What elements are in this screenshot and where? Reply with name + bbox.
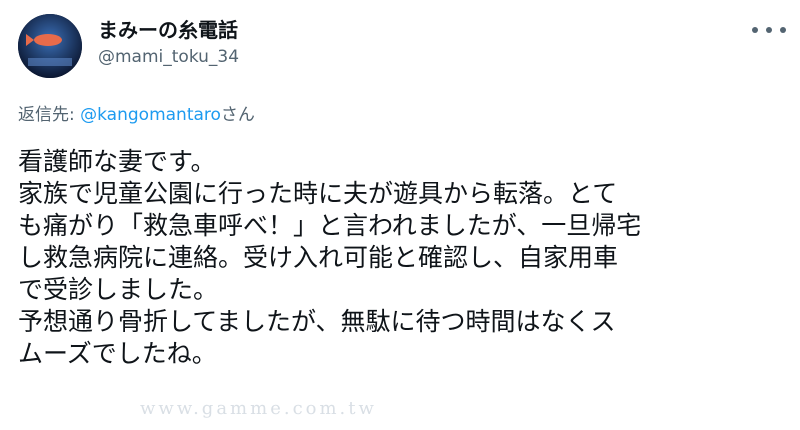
more-dot (752, 27, 758, 33)
more-dot (780, 27, 786, 33)
reply-suffix: さん (220, 105, 255, 125)
tweet-text-line: 看護師な妻です。 (18, 147, 216, 176)
tweet-text-line: 家族で児童公園に行った時に夫が遊具から転落。とて (18, 179, 618, 208)
tweet-text-line: ムーズでしたね。 (18, 339, 217, 368)
reply-prefix: 返信先: (18, 105, 81, 125)
display-name[interactable]: まみーの糸電話 (98, 14, 238, 43)
tweet-text-line: 予想通り骨折してましたが、無駄に待つ時間はなくス (18, 307, 616, 336)
avatar-image (18, 14, 82, 78)
reply-context: 返信先: @kangomantaroさん (18, 100, 255, 125)
watermark: www.gamme.com.tw (140, 398, 377, 419)
more-dot (766, 27, 772, 33)
reply-mention-link[interactable]: @kangomantaro (80, 105, 221, 125)
tweet-text-line: し救急病院に連絡。受け入れ可能と確認し、自家用車 (18, 243, 619, 272)
tweet-card: まみーの糸電話 @mami_toku_34 返信先: @kangomantaro… (0, 0, 800, 430)
user-handle[interactable]: @mami_toku_34 (98, 47, 239, 67)
tweet-text-line: で受診しました。 (18, 275, 219, 304)
tweet-text: 看護師な妻です。 家族で児童公園に行った時に夫が遊具から転落。とて も痛がり「救… (18, 146, 788, 370)
tweet-text-line: も痛がり「救急車呼べ！」と言われましたが、一旦帰宅 (18, 211, 642, 240)
avatar[interactable] (18, 14, 82, 78)
more-horizontal-icon[interactable] (752, 20, 786, 40)
